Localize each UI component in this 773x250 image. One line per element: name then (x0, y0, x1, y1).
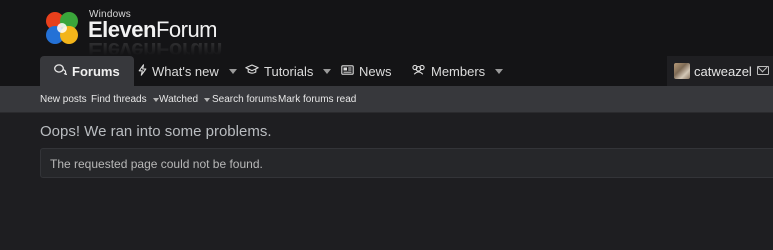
avatar (674, 63, 690, 79)
chat-bubbles-icon (54, 64, 68, 78)
envelope-icon[interactable] (757, 66, 769, 75)
page-title: Oops! We ran into some problems. (40, 123, 272, 140)
tab-tutorials[interactable]: Tutorials (245, 56, 332, 86)
error-notice: The requested page could not be found. (40, 148, 773, 178)
subnav-find-threads-label: Find threads (91, 94, 147, 105)
users-icon (411, 64, 426, 78)
sub-navigation: New posts Find threads Watched Search fo… (0, 86, 773, 113)
chevron-down-icon[interactable] (323, 68, 332, 74)
subnav-search-forums[interactable]: Search forums (212, 86, 277, 113)
subnav-watched[interactable]: Watched (159, 86, 211, 113)
main-navigation: Forums What's new Tutorials News Members… (0, 56, 773, 86)
username: catweazel (694, 63, 752, 79)
site-logo[interactable]: Windows ElevenForum ElevenForum (43, 9, 233, 63)
chevron-down-icon[interactable] (204, 97, 211, 102)
subnav-watched-label: Watched (159, 94, 199, 105)
subnav-new-posts[interactable]: New posts (40, 86, 87, 113)
tab-tutorials-label: Tutorials (264, 63, 314, 79)
subnav-new-posts-label: New posts (40, 94, 87, 105)
subnav-mark-forums-read[interactable]: Mark forums read (278, 86, 356, 113)
windows-flag-icon (46, 12, 78, 44)
tab-forums-label: Forums (72, 63, 120, 79)
tab-whats-new[interactable]: What's new (138, 56, 237, 86)
subnav-mark-forums-read-label: Mark forums read (278, 94, 357, 105)
tab-news-label: News (359, 63, 392, 79)
subnav-search-forums-label: Search forums (212, 94, 278, 105)
lightning-icon (138, 63, 147, 79)
newspaper-icon (341, 64, 354, 78)
tab-members[interactable]: Members (411, 56, 504, 86)
tab-news[interactable]: News (341, 56, 392, 86)
tab-whats-new-label: What's new (152, 63, 219, 79)
subnav-find-threads[interactable]: Find threads (91, 86, 159, 113)
chevron-down-icon[interactable] (152, 97, 159, 102)
tab-forums[interactable]: Forums (40, 56, 134, 86)
account-menu[interactable]: catweazel (667, 56, 773, 86)
graduation-cap-icon (245, 64, 259, 78)
site-header: Windows ElevenForum ElevenForum (0, 0, 773, 63)
error-message: The requested page could not be found. (50, 157, 263, 171)
tab-members-label: Members (431, 63, 486, 79)
chevron-down-icon[interactable] (495, 68, 504, 74)
chevron-down-icon[interactable] (228, 68, 237, 74)
